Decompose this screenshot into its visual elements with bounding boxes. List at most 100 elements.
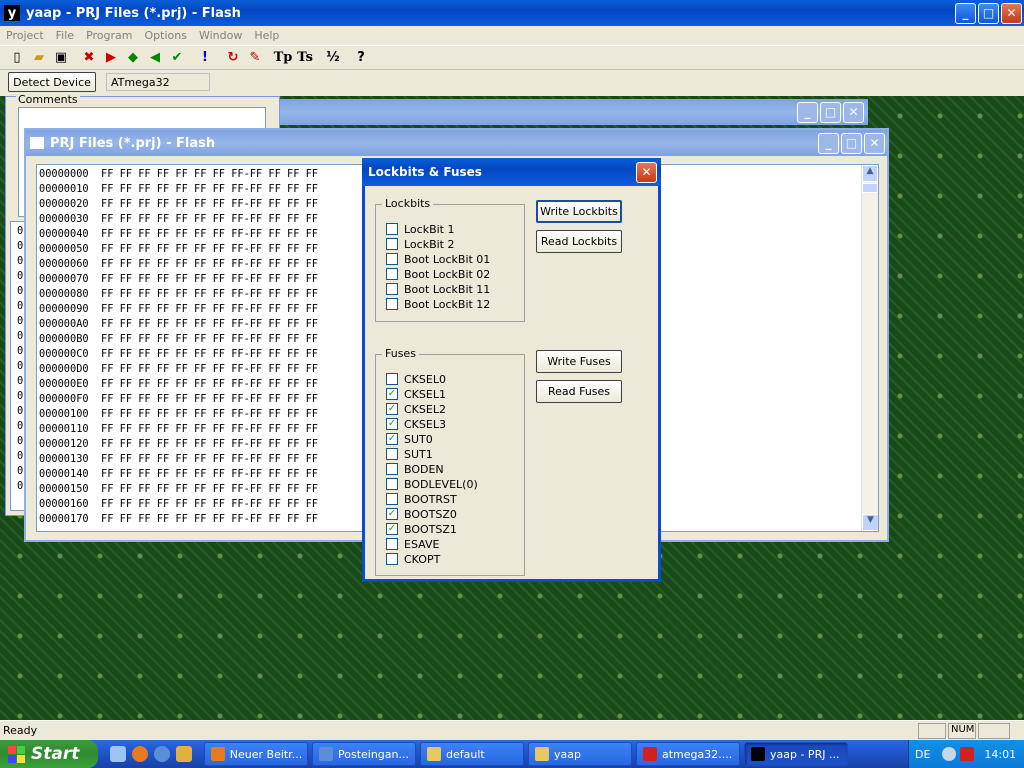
flash-title-bar[interactable]: PRJ Files (*.prj) - Flash _ □ ✕ — [26, 130, 887, 156]
app-logo-icon: y — [4, 5, 20, 21]
fuses-checkbox-row[interactable]: ✓ SUT0 — [386, 432, 433, 446]
checked-checkbox-icon[interactable]: ✓ — [386, 523, 398, 535]
checked-checkbox-icon[interactable]: ✓ — [386, 403, 398, 415]
checked-checkbox-icon[interactable]: ✓ — [386, 418, 398, 430]
dialog-close-button[interactable]: ✕ — [636, 161, 657, 183]
erase-chip-icon[interactable]: ✖ — [78, 47, 100, 69]
checkbox-icon[interactable] — [386, 538, 398, 550]
open-folder-icon[interactable]: ▰ — [28, 47, 50, 69]
lockbits-checkbox-row[interactable]: LockBit 1 — [386, 222, 455, 236]
menu-program[interactable]: Program — [80, 26, 138, 45]
write-lockbits-button[interactable]: Write Lockbits — [536, 200, 622, 223]
checkbox-icon[interactable] — [386, 493, 398, 505]
hex-address: 00000130 — [39, 453, 89, 465]
half-icon[interactable]: ½ — [322, 47, 344, 69]
checkbox-icon[interactable] — [386, 268, 398, 280]
checkbox-icon[interactable] — [386, 238, 398, 250]
menu-help[interactable]: Help — [248, 26, 285, 45]
flash-minimize-button[interactable]: _ — [818, 132, 839, 154]
flash-maximize-button[interactable]: □ — [841, 132, 862, 154]
checked-checkbox-icon[interactable]: ✓ — [386, 433, 398, 445]
save-icon[interactable]: ▣ — [50, 47, 72, 69]
read-icon[interactable]: ◆ — [122, 47, 144, 69]
read-lockbits-button[interactable]: Read Lockbits — [536, 230, 622, 253]
fuses-checkbox-row[interactable]: ✓ BOOTSZ1 — [386, 522, 457, 536]
taskbar-item[interactable]: Posteingan... — [312, 742, 416, 766]
read-fuses-button[interactable]: Read Fuses — [536, 380, 622, 403]
taskbar-item[interactable]: yaap — [528, 742, 632, 766]
checkbox-icon[interactable] — [386, 553, 398, 565]
main-title-bar[interactable]: y yaap - PRJ Files (*.prj) - Flash _ □ ✕ — [0, 0, 1024, 26]
alert-icon[interactable]: ! — [194, 47, 216, 69]
menu-project[interactable]: Project — [0, 26, 50, 45]
taskbar-item[interactable]: atmega32.... — [636, 742, 740, 766]
checkbox-icon[interactable] — [386, 223, 398, 235]
pdf-tray-icon[interactable] — [960, 747, 975, 761]
checkbox-icon[interactable] — [386, 463, 398, 475]
fuses-checkbox-row[interactable]: ✓ CKSEL3 — [386, 417, 446, 431]
fuses-checkbox-row[interactable]: ✓ CKSEL1 — [386, 387, 446, 401]
fuses-checkbox-row[interactable]: CKSEL0 — [386, 372, 446, 386]
menu-window[interactable]: Window — [193, 26, 248, 45]
back-icon[interactable]: ◀ — [144, 47, 166, 69]
tp-icon[interactable]: Tp — [272, 47, 294, 69]
back-close-button[interactable]: ✕ — [843, 101, 864, 123]
back-minimize-button[interactable]: _ — [797, 101, 818, 123]
fuses-checkbox-row[interactable]: CKOPT — [386, 552, 440, 566]
verify-icon[interactable]: ✔ — [166, 47, 188, 69]
fuses-checkbox-row[interactable]: ✓ BOOTSZ0 — [386, 507, 457, 521]
help-icon[interactable]: ? — [350, 47, 372, 69]
fuses-checkbox-row[interactable]: SUT1 — [386, 447, 433, 461]
brush-icon[interactable]: ✎ — [244, 47, 266, 69]
hex-bytes: FF FF FF FF FF FF FF FF-FF FF FF FF — [101, 393, 318, 405]
close-button[interactable]: ✕ — [1001, 2, 1022, 24]
menu-file[interactable]: File — [50, 26, 80, 45]
maximize-button[interactable]: □ — [978, 2, 999, 24]
checkbox-icon[interactable] — [386, 478, 398, 490]
taskbar-item[interactable]: Neuer Beitr... — [204, 742, 308, 766]
detect-device-button[interactable]: Detect Device — [8, 72, 96, 92]
lockbits-checkbox-row[interactable]: Boot LockBit 01 — [386, 252, 490, 266]
checkbox-icon[interactable] — [386, 283, 398, 295]
reload-icon[interactable]: ↻ — [222, 47, 244, 69]
network-icon[interactable] — [942, 747, 957, 761]
back-maximize-button[interactable]: □ — [820, 101, 841, 123]
mail-icon[interactable] — [154, 746, 170, 762]
hex-address: 00000050 — [39, 243, 89, 255]
taskbar-item[interactable]: default — [420, 742, 524, 766]
dialog-title-bar[interactable]: Lockbits & Fuses ✕ — [362, 158, 661, 186]
fuses-checkbox-row[interactable]: BODLEVEL(0) — [386, 477, 478, 491]
taskbar-item[interactable]: yaap - PRJ ... — [744, 742, 848, 766]
fuses-checkbox-row[interactable]: BODEN — [386, 462, 444, 476]
program-icon[interactable]: ▶ — [100, 47, 122, 69]
back-window-title-bar[interactable]: _ □ ✕ — [280, 99, 868, 125]
vertical-scrollbar[interactable]: ▲ ▼ — [861, 165, 878, 531]
ts-icon[interactable]: Ts — [294, 47, 316, 69]
checkbox-icon[interactable] — [386, 253, 398, 265]
scroll-down-button[interactable]: ▼ — [862, 514, 878, 531]
firefox-icon[interactable] — [132, 746, 148, 762]
new-file-icon[interactable]: ▯ — [6, 47, 28, 69]
lockbits-checkbox-row[interactable]: Boot LockBit 02 — [386, 267, 490, 281]
checkbox-icon[interactable] — [386, 373, 398, 385]
minimize-button[interactable]: _ — [955, 2, 976, 24]
lockbits-checkbox-row[interactable]: Boot LockBit 11 — [386, 282, 490, 296]
write-fuses-button[interactable]: Write Fuses — [536, 350, 622, 373]
explorer-icon[interactable] — [110, 746, 126, 762]
scroll-up-button[interactable]: ▲ — [862, 165, 878, 182]
lockbits-checkbox-row[interactable]: LockBit 2 — [386, 237, 455, 251]
scroll-thumb[interactable] — [862, 183, 878, 193]
fuses-checkbox-row[interactable]: ✓ CKSEL2 — [386, 402, 446, 416]
checkbox-icon[interactable] — [386, 448, 398, 460]
menu-options[interactable]: Options — [138, 26, 192, 45]
fuses-checkbox-row[interactable]: ESAVE — [386, 537, 439, 551]
language-indicator[interactable]: DE — [915, 748, 930, 761]
lockbits-checkbox-row[interactable]: Boot LockBit 12 — [386, 297, 490, 311]
checkbox-icon[interactable] — [386, 298, 398, 310]
checked-checkbox-icon[interactable]: ✓ — [386, 388, 398, 400]
flash-close-button[interactable]: ✕ — [864, 132, 885, 154]
edit-icon[interactable] — [176, 746, 192, 762]
start-button[interactable]: Start — [0, 740, 98, 768]
checked-checkbox-icon[interactable]: ✓ — [386, 508, 398, 520]
fuses-checkbox-row[interactable]: BOOTRST — [386, 492, 457, 506]
